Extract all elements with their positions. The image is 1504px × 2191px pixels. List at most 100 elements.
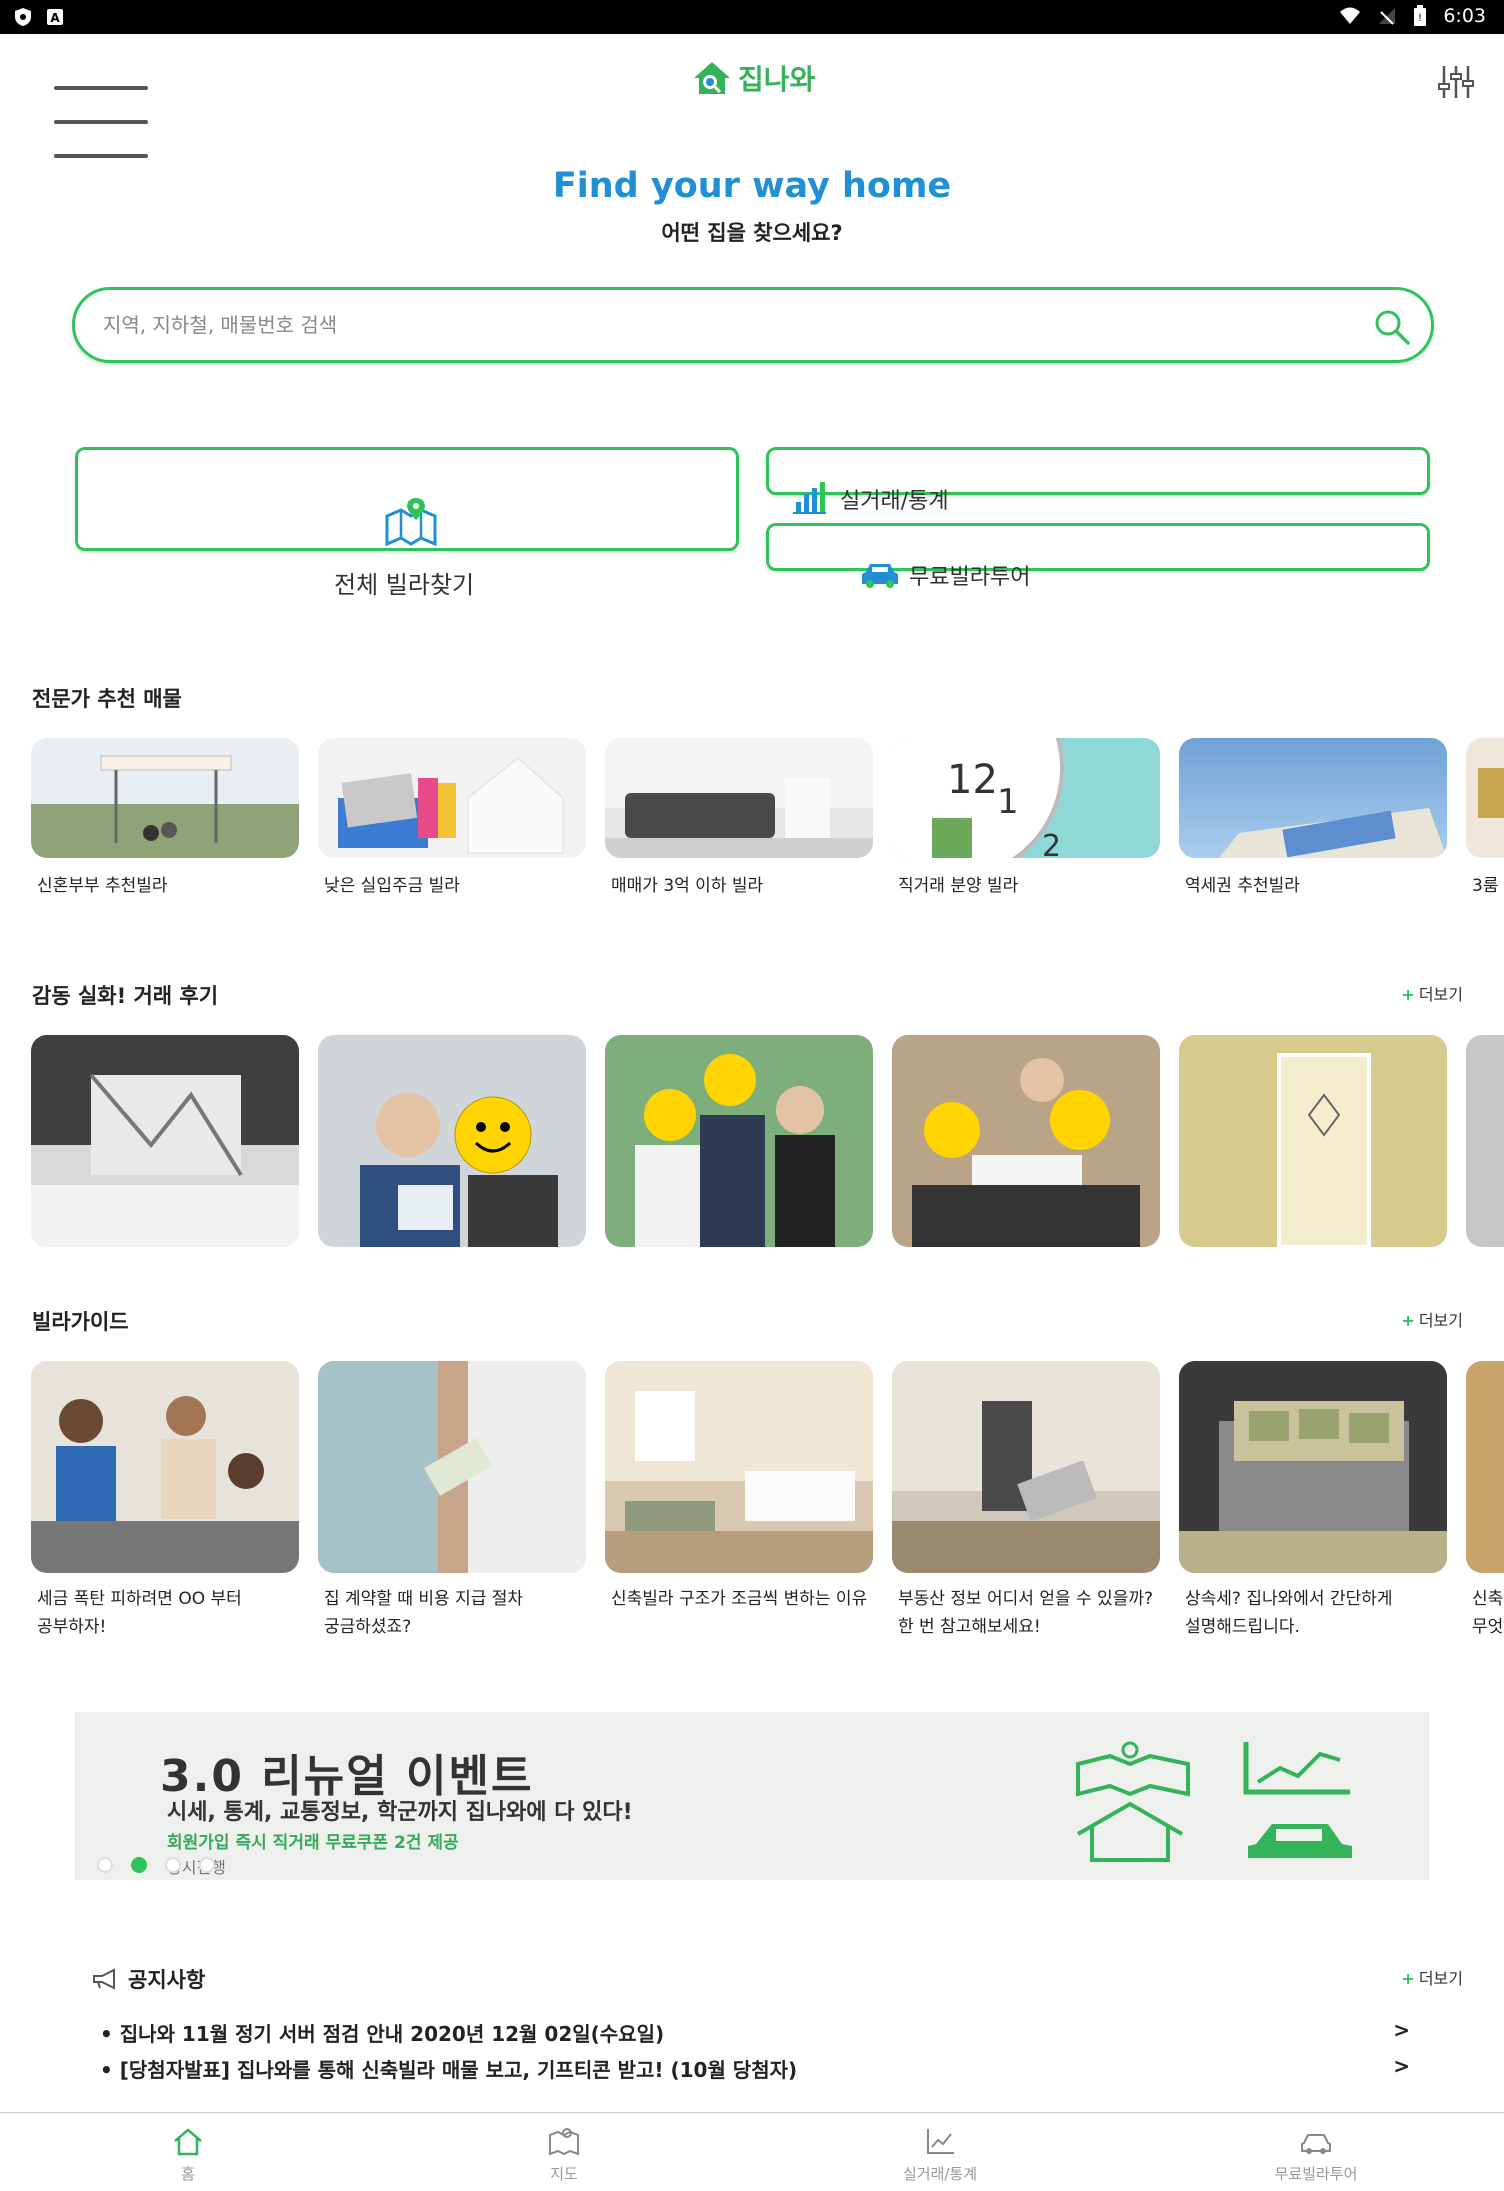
filter-settings-icon[interactable] (1436, 62, 1476, 102)
car-icon (1301, 2134, 1331, 2154)
stats-label: 실거래/통계 (840, 489, 949, 514)
more-text: 더보기 (1418, 985, 1463, 1004)
more-text: 더보기 (1418, 1969, 1463, 1988)
shield-icon (15, 8, 31, 26)
menu-line (54, 154, 148, 158)
review-image (605, 1035, 873, 1247)
caption-line: 무엇 (1472, 1617, 1504, 1637)
caption-line: 한 번 참고해보세요! (898, 1617, 1041, 1637)
event-banner[interactable]: 3.0 리뉴얼 이벤트 시세, 통계, 교통정보, 학군까지 집나와에 다 있다… (75, 1712, 1429, 1880)
pagination-dot-active[interactable] (131, 1857, 147, 1873)
search-bar[interactable] (72, 287, 1434, 363)
guide-more-link[interactable]: + 더보기 (1401, 1307, 1463, 1331)
chevron-right-icon: > (1393, 2018, 1410, 2042)
svg-text:A: A (50, 11, 60, 25)
card-image: 12 1 2 (892, 738, 1160, 858)
banner-icons (1076, 1741, 1352, 1862)
notice-title-text: 공지사항 (128, 1968, 206, 1992)
guide-image (31, 1361, 299, 1573)
pagination-dot[interactable] (199, 1857, 215, 1873)
tab-label: 실거래/통계 (902, 2165, 978, 2183)
card-image (318, 738, 586, 858)
chevron-right-icon: > (1393, 2054, 1410, 2078)
guide-caption: 상속세? 집나와에서 간단하게설명해드립니다. (1185, 1585, 1447, 1641)
reviews-carousel[interactable] (0, 1035, 1504, 1247)
pagination-dot[interactable] (165, 1857, 181, 1873)
card-caption: 신혼부부 추천빌라 (37, 876, 168, 896)
signal-icon (1379, 8, 1396, 25)
hero-subtitle: 어떤 집을 찾으세요? (661, 221, 843, 245)
guide-carousel[interactable]: 세금 폭탄 피하려면 OO 부터 공부하자! 집 계약할 때 비용 지급 절차 궁금… (0, 1361, 1504, 1651)
guide-image (318, 1361, 586, 1573)
tab-label: 홈 (181, 2165, 195, 2183)
tab-stats[interactable]: 실거래/통계 (752, 2113, 1128, 2191)
more-text: 더보기 (1418, 1311, 1463, 1330)
review-image (1179, 1035, 1447, 1247)
guide-title: 빌라가이드 (32, 1310, 129, 1334)
notice-item-text: 집나와 11월 정기 서버 점검 안내 2020년 12월 02일(수요일) (119, 2022, 665, 2046)
megaphone-icon (93, 1968, 115, 1990)
search-icon[interactable] (1371, 306, 1413, 348)
caption-line: 상속세? 집나와에서 간단하게 (1185, 1589, 1393, 1609)
guide-image (1466, 1361, 1504, 1573)
app-a-icon: A (47, 9, 63, 25)
card-image (1179, 738, 1447, 858)
status-bar: A ! 6:03 (0, 0, 1504, 34)
menu-line (54, 86, 148, 90)
bottom-tab-bar: 홈 지도 실거래/통계 무료빌라투어 (0, 2112, 1504, 2191)
banner-pagination (97, 1857, 215, 1873)
recommended-carousel[interactable]: 신혼부부 추천빌라 낮은 실입주금 빌라 매매가 3억 이하 빌라 12 1 2 직… (0, 738, 1504, 898)
caption-line: 부동산 정보 어디서 얻을 수 있을까? (898, 1589, 1154, 1609)
guide-image (892, 1361, 1160, 1573)
card-caption: 직거래 분양 빌라 (898, 876, 1019, 896)
menu-line (54, 120, 148, 124)
review-image (318, 1035, 586, 1247)
bullet: • (100, 2022, 113, 2046)
banner-line3: 회원가입 즉시 직거래 무료쿠폰 2건 제공 (167, 1833, 459, 1853)
card-image (31, 738, 299, 858)
logo-text: 집나와 (738, 63, 816, 96)
tab-home[interactable]: 홈 (0, 2113, 376, 2191)
more-plus: + (1401, 1311, 1415, 1330)
tab-tour[interactable]: 무료빌라투어 (1128, 2113, 1504, 2191)
menu-button[interactable] (54, 84, 148, 160)
guide-caption: 부동산 정보 어디서 얻을 수 있을까? 한 번 참고해보세요! (898, 1585, 1160, 1641)
pagination-dot[interactable] (97, 1857, 113, 1873)
guide-image (605, 1361, 873, 1573)
caption-line: 신축빌라 구조가 조금씩 변하는 이유 (611, 1589, 868, 1609)
hero-tagline: Find your way home (552, 166, 952, 206)
notice-title: 공지사항 (92, 1964, 205, 1994)
review-image (1466, 1035, 1504, 1247)
card-caption: 역세권 추천빌라 (1185, 876, 1300, 896)
bullet: • (100, 2058, 113, 2082)
car-icon (862, 564, 898, 588)
caption-line: 공부하자! (37, 1617, 107, 1637)
banner-line2: 시세, 통계, 교통정보, 학군까지 집나와에 다 있다! (167, 1800, 633, 1825)
guide-caption: 집 계약할 때 비용 지급 절차 궁금하셨죠? (324, 1585, 586, 1641)
bar-chart-icon (793, 482, 826, 514)
clock: 6:03 (1443, 5, 1486, 27)
card-image (1466, 738, 1504, 858)
reviews-more-link[interactable]: + 더보기 (1401, 981, 1463, 1005)
caption-line: 설명해드립니다. (1185, 1617, 1300, 1637)
svg-text:12: 12 (947, 757, 998, 803)
more-plus: + (1401, 985, 1415, 1004)
guide-caption: 세금 폭탄 피하려면 OO 부터 공부하자! (37, 1585, 299, 1641)
battery-icon: ! (1414, 5, 1427, 26)
card-caption: 매매가 3억 이하 빌라 (611, 876, 764, 896)
line-chart-icon (927, 2129, 954, 2154)
notice-more-link[interactable]: + 더보기 (1401, 1965, 1463, 1989)
notice-item-text: [당첨자발표] 집나와를 통해 신축빌라 매물 보고, 기프티콘 받고! (10… (119, 2058, 798, 2082)
tab-map[interactable]: 지도 (376, 2113, 752, 2191)
all-villa-button[interactable] (75, 447, 739, 551)
notice-item[interactable]: • [당첨자발표] 집나와를 통해 신축빌라 매물 보고, 기프티콘 받고! (… (100, 2054, 1410, 2083)
tab-label: 무료빌라투어 (1274, 2165, 1358, 2183)
notice-item[interactable]: • 집나와 11월 정기 서버 점검 안내 2020년 12월 02일(수요일)… (100, 2018, 1410, 2047)
home-icon (174, 2128, 202, 2156)
search-input[interactable] (103, 308, 1323, 342)
guide-caption: 신축 무엇 (1472, 1585, 1504, 1641)
caption-line: 궁금하셨죠? (324, 1617, 412, 1637)
house-logo-icon (694, 62, 730, 94)
app-logo[interactable]: 집나와 (690, 56, 815, 100)
review-image (892, 1035, 1160, 1247)
